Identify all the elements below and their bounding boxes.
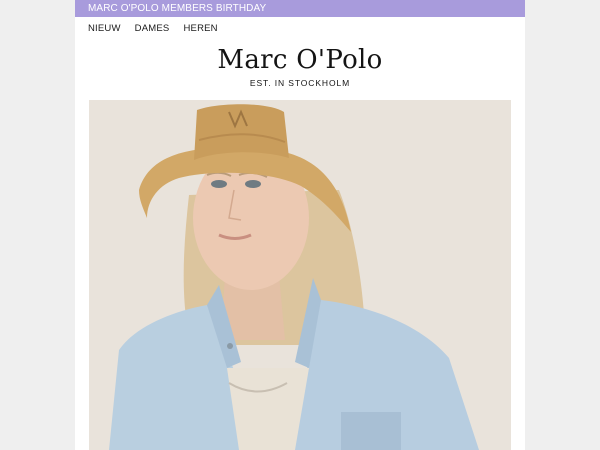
- inner-top: [227, 368, 309, 450]
- main-nav: NIEUW DAMES HEREN: [75, 19, 525, 37]
- email-body: MARC O'POLO MEMBERS BIRTHDAY NIEUW DAMES…: [75, 0, 525, 450]
- nav-item-dames[interactable]: DAMES: [135, 23, 170, 34]
- brand-tagline: EST. IN STOCKHOLM: [249, 78, 351, 88]
- left-eye: [211, 180, 227, 188]
- jacket-chest-pocket: [341, 412, 401, 450]
- right-eye: [245, 180, 261, 188]
- promo-banner-link[interactable]: MARC O'POLO MEMBERS BIRTHDAY: [75, 0, 525, 17]
- brand-header[interactable]: Marc O'Polo EST. IN STOCKHOLM: [75, 46, 525, 88]
- nav-item-nieuw[interactable]: NIEUW: [88, 23, 121, 34]
- jacket-button-left: [227, 343, 233, 349]
- nav-item-heren[interactable]: HEREN: [183, 23, 217, 34]
- brand-logo[interactable]: Marc O'Polo: [75, 46, 525, 74]
- hero-image[interactable]: [89, 100, 511, 450]
- hero-photo-illustration: [89, 100, 511, 450]
